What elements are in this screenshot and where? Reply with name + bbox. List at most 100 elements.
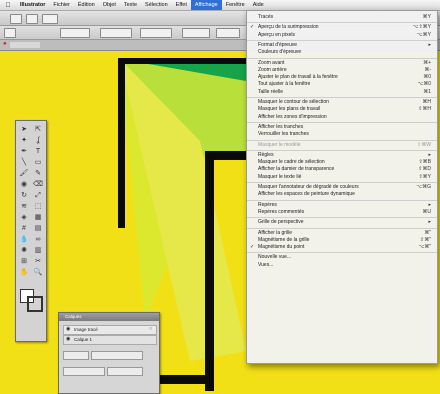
- scale-tool-icon[interactable]: ⤢: [32, 191, 44, 201]
- layer-row[interactable]: ◉ Calque 1: [63, 335, 157, 345]
- view-menu-item-label: Vues...: [258, 261, 274, 268]
- view-menu-dropdown: Tracés ⌘Y ✓ Aperçu de la surimpression ⌥⇧⌘Y A…: [246, 10, 438, 364]
- selection-arrow-tool-icon[interactable]: ➤: [18, 125, 30, 135]
- column-graph-tool-icon[interactable]: ▥: [32, 246, 44, 256]
- lasso-tool-icon[interactable]: ʆ: [32, 136, 44, 146]
- workspace-button[interactable]: [42, 14, 58, 24]
- view-menu-item[interactable]: Afficher les espaces de peinture dynamiq…: [247, 191, 437, 198]
- view-menu-item[interactable]: Masquer l'annotateur de dégradé de coule…: [247, 184, 437, 191]
- menu-texte[interactable]: Texte: [120, 2, 141, 8]
- view-menu-item-label: Magnétisme de la grille: [258, 236, 310, 243]
- view-menu-item[interactable]: Zoom arrière ⌘-: [247, 67, 437, 74]
- menu-fenetre[interactable]: Fenêtre: [222, 2, 249, 8]
- submenu-arrow-icon: ▸: [428, 219, 431, 226]
- view-menu-item[interactable]: Tout ajuster à la fenêtre ⌥⌘0: [247, 81, 437, 88]
- hand-tool-icon[interactable]: ✋: [18, 268, 30, 278]
- view-menu-item[interactable]: ✓ Magnétisme du point ⌥⌘": [247, 244, 437, 251]
- menu-edition[interactable]: Édition: [74, 2, 99, 8]
- menu-objet[interactable]: Objet: [99, 2, 120, 8]
- view-menu-item-label: Règles: [258, 151, 274, 158]
- view-menu-item[interactable]: Aperçu en pixels ⌥⌘Y: [247, 32, 437, 39]
- menu-fichier[interactable]: Fichier: [49, 2, 74, 8]
- bridge-button[interactable]: [26, 14, 38, 24]
- view-menu-item[interactable]: Format d'épreuve ▸: [247, 42, 437, 49]
- view-menu-item[interactable]: Ajuster le plan de travail à la fenêtre ⌘…: [247, 74, 437, 81]
- style-dropdown[interactable]: [216, 28, 240, 38]
- menu-illustrator[interactable]: Illustrator: [16, 2, 49, 8]
- blob-brush-tool-icon[interactable]: ◉: [18, 180, 30, 190]
- view-menu-item[interactable]: Masquer les plans de travail ⇧⌘H: [247, 106, 437, 113]
- menu-affichage[interactable]: Affichage: [190, 0, 222, 10]
- eraser-tool-icon[interactable]: ⌫: [32, 180, 44, 190]
- mesh-tool-icon[interactable]: #: [18, 224, 30, 234]
- free-transform-tool-icon[interactable]: ⬚: [32, 202, 44, 212]
- view-menu-item[interactable]: Zoom avant ⌘+: [247, 60, 437, 67]
- menu-separator: [247, 97, 437, 98]
- shape-builder-tool-icon[interactable]: ◈: [18, 213, 30, 223]
- view-menu-item[interactable]: Masquer le contour de sélection ⌘H: [247, 99, 437, 106]
- eye-icon[interactable]: ◉: [66, 336, 70, 342]
- target-icon[interactable]: ○: [149, 326, 152, 332]
- panel-field[interactable]: [107, 367, 143, 376]
- fill-swatch[interactable]: [4, 28, 16, 38]
- eye-icon[interactable]: ◉: [66, 326, 70, 332]
- tab-document[interactable]: [10, 42, 40, 48]
- view-menu-item[interactable]: Taille réelle ⌘1: [247, 89, 437, 96]
- view-menu-item-label: Tout ajuster à la fenêtre: [258, 81, 311, 88]
- view-menu-item[interactable]: Afficher les zones d'impression: [247, 114, 437, 121]
- symbol-sprayer-tool-icon[interactable]: ✺: [18, 246, 30, 256]
- view-menu-item-label: Afficher les zones d'impression: [258, 113, 327, 120]
- view-menu-item[interactable]: Masquer le cadre de sélection ⇧⌘B: [247, 159, 437, 166]
- layer-row[interactable]: ◉ Image tracé ○: [63, 325, 157, 335]
- menu-selection[interactable]: Sélection: [141, 2, 172, 8]
- brush-definition-dropdown[interactable]: [140, 28, 172, 38]
- view-menu-item[interactable]: Grille de perspective ▸: [247, 219, 437, 226]
- panel-field[interactable]: [91, 351, 143, 360]
- menu-effet[interactable]: Effet: [172, 2, 191, 8]
- opacity-field[interactable]: [182, 28, 210, 38]
- pen-tool-icon[interactable]: ✒: [18, 147, 30, 157]
- view-menu-item-shortcut: ⌘H: [422, 99, 431, 105]
- gradient-tool-icon[interactable]: ▤: [32, 224, 44, 234]
- view-menu-item[interactable]: ✓ Aperçu de la surimpression ⌥⇧⌘Y: [247, 24, 437, 31]
- view-menu-item[interactable]: Magnétisme de la grille ⇧⌘": [247, 237, 437, 244]
- artboard-tool-icon[interactable]: ⊞: [18, 257, 30, 267]
- direct-selection-tool-icon[interactable]: ⇱: [32, 125, 44, 135]
- rotate-tool-icon[interactable]: ↻: [18, 191, 30, 201]
- stroke-weight-field[interactable]: [60, 28, 90, 38]
- menu-aide[interactable]: Aide: [249, 2, 268, 8]
- view-menu-item[interactable]: Repères ▸: [247, 202, 437, 209]
- eyedropper-tool-icon[interactable]: 💧: [18, 235, 30, 245]
- view-menu-item-label: Aperçu de la surimpression: [258, 24, 319, 31]
- apple-icon[interactable]: : [0, 2, 16, 9]
- pencil-tool-icon[interactable]: ✎: [32, 169, 44, 179]
- view-menu-item[interactable]: Afficher la grille ⌘": [247, 230, 437, 237]
- view-menu-item[interactable]: Vues...: [247, 262, 437, 269]
- close-tab-icon[interactable]: ●: [3, 41, 7, 47]
- zoom-tool-icon[interactable]: 🔍: [32, 268, 44, 278]
- view-menu-item[interactable]: Verrouiller les tranches: [247, 131, 437, 138]
- slice-tool-icon[interactable]: ✂: [32, 257, 44, 267]
- blend-tool-icon[interactable]: ∞: [32, 235, 44, 245]
- paintbrush-tool-icon[interactable]: 🖌: [18, 169, 30, 179]
- width-tool-icon[interactable]: ≋: [18, 202, 30, 212]
- line-tool-icon[interactable]: ╲: [18, 158, 30, 168]
- arrange-documents-button[interactable]: [10, 14, 22, 24]
- view-menu-item[interactable]: Tracés ⌘Y: [247, 14, 437, 21]
- variable-width-dropdown[interactable]: [100, 28, 132, 38]
- view-menu-item[interactable]: Afficher la damier de transparence ⇧⌘D: [247, 166, 437, 173]
- type-tool-icon[interactable]: T: [32, 147, 44, 157]
- menu-separator: [247, 39, 437, 41]
- view-menu-item[interactable]: Repères commentés ⌘U: [247, 209, 437, 216]
- rectangle-tool-icon[interactable]: ▭: [32, 158, 44, 168]
- perspective-grid-tool-icon[interactable]: ▦: [32, 213, 44, 223]
- view-menu-item[interactable]: Masquer le texte lié ⇧⌘Y: [247, 174, 437, 181]
- panel-dropdown[interactable]: [63, 367, 105, 376]
- view-menu-item[interactable]: Couleurs d'épreuve: [247, 49, 437, 56]
- view-menu-item[interactable]: Nouvelle vue...: [247, 254, 437, 261]
- view-menu-item[interactable]: Règles ▸: [247, 152, 437, 159]
- panel-dropdown[interactable]: [63, 351, 89, 360]
- magic-wand-tool-icon[interactable]: ✦: [18, 136, 30, 146]
- stroke-color-swatch[interactable]: [27, 296, 43, 312]
- view-menu-item[interactable]: Afficher les tranches: [247, 124, 437, 131]
